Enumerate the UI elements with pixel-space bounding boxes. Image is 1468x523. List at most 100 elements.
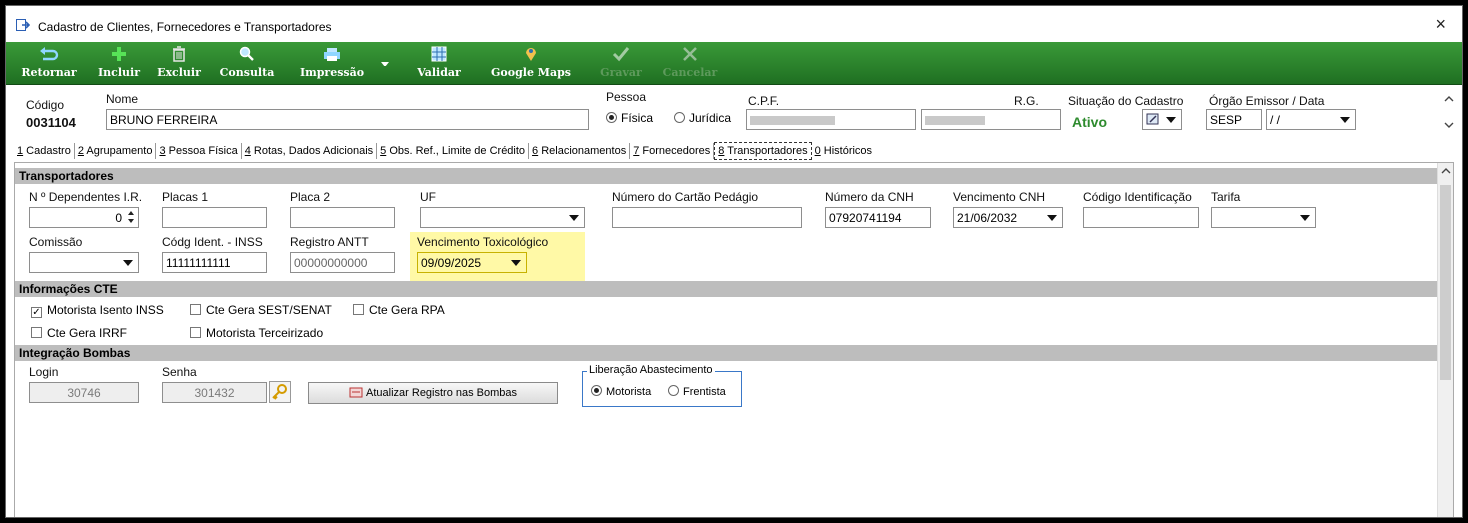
vencimento-toxicologico-select[interactable]: 09/09/2025 [417, 252, 527, 273]
trash-icon [156, 46, 202, 66]
plus-icon [96, 46, 142, 66]
frentista-radio[interactable]: Frentista [668, 385, 726, 398]
login-label: Login [29, 365, 59, 379]
uf-select[interactable] [420, 207, 585, 228]
comissao-select[interactable] [29, 252, 139, 273]
vencimento-cnh-select[interactable]: 21/06/2032 [953, 207, 1063, 228]
chevron-down-icon [1166, 117, 1176, 123]
cpf-field[interactable] [746, 109, 916, 130]
pessoa-fisica-radio[interactable]: Física [606, 111, 653, 125]
senha-field[interactable]: 301432 [162, 382, 267, 403]
cte-section-header: Informações CTE [15, 281, 1439, 297]
map-pin-icon [486, 46, 576, 66]
antt-field[interactable]: 00000000000 [290, 252, 395, 273]
tab-transportadores[interactable]: 8 Transportadores [714, 142, 812, 160]
rg-field[interactable] [921, 109, 1061, 130]
incluir-button[interactable]: Incluir [96, 42, 142, 85]
scrollbar-thumb[interactable] [1440, 185, 1451, 380]
tab-historicos[interactable]: 0 Históricos [812, 143, 875, 159]
inss-field[interactable]: 11111111111 [162, 252, 267, 273]
orgao-emissor-field[interactable]: SESP [1206, 109, 1262, 130]
main-window: Cadastro de Clientes, Fornecedores e Tra… [5, 5, 1463, 518]
spinner-arrows-icon [127, 210, 135, 227]
tab-rotas[interactable]: 4 Rotas, Dados Adicionais [242, 143, 378, 159]
antt-label: Registro ANTT [290, 235, 369, 249]
codigo-identificacao-label: Código Identificação [1083, 190, 1192, 204]
chevron-down-icon [123, 260, 133, 266]
excluir-button[interactable]: Excluir [156, 42, 202, 85]
chevron-down-icon [1047, 215, 1057, 221]
terceirizado-checkbox[interactable]: Motorista Terceirizado [190, 326, 323, 340]
cancel-icon [662, 46, 718, 66]
comissao-label: Comissão [29, 235, 83, 249]
toolbar: Retornar Incluir Excluir Consulta Impres… [6, 42, 1462, 85]
situacao-label: Situação do Cadastro [1068, 94, 1184, 108]
situacao-value: Ativo [1072, 114, 1107, 130]
pessoa-label: Pessoa [606, 90, 647, 104]
status-edit-icon [1146, 113, 1160, 128]
vencimento-toxicologico-label: Vencimento Toxicológico [417, 235, 549, 249]
cnh-label: Número da CNH [825, 190, 914, 204]
tab-obs-ref[interactable]: 5 Obs. Ref., Limite de Crédito [377, 143, 530, 159]
transportadores-section-header: Transportadores [15, 168, 1439, 184]
placa2-field[interactable] [290, 207, 395, 228]
validar-button[interactable]: Validar [416, 42, 462, 85]
codigo-value: 0031104 [26, 115, 76, 130]
close-icon[interactable]: × [1435, 15, 1446, 33]
motorista-radio[interactable]: Motorista [591, 385, 651, 398]
tab-relacionamentos[interactable]: 6 Relacionamentos [529, 143, 631, 159]
cnh-field[interactable]: 07920741194 [825, 207, 931, 228]
transportadores-panel: Transportadores N º Dependentes I.R. 0 P… [14, 162, 1454, 517]
refresh-icon [349, 387, 366, 401]
tab-fornecedores[interactable]: 7 Fornecedores [630, 143, 715, 159]
cancelar-button[interactable]: Cancelar [662, 42, 718, 85]
situacao-select[interactable] [1142, 109, 1182, 130]
record-header: Código 0031104 Nome BRUNO FERREIRA Pesso… [6, 86, 1462, 136]
impressao-button[interactable]: Impressão [296, 42, 368, 85]
tab-agrupamento[interactable]: 2 Agrupamento [75, 143, 157, 159]
uf-label: UF [420, 190, 436, 204]
tarifa-select[interactable] [1211, 207, 1316, 228]
tab-cadastro[interactable]: 1 Cadastro [14, 143, 75, 159]
pessoa-juridica-radio[interactable]: Jurídica [674, 111, 731, 125]
cartao-pedagio-field[interactable] [612, 207, 802, 228]
login-field[interactable]: 30746 [29, 382, 139, 403]
motorista-isento-checkbox[interactable]: ✓ Motorista Isento INSS [31, 303, 164, 318]
consulta-button[interactable]: Consulta [218, 42, 276, 85]
chevron-down-icon [569, 215, 579, 221]
senha-label: Senha [162, 365, 197, 379]
codigo-identificacao-field[interactable] [1083, 207, 1199, 228]
vencimento-cnh-label: Vencimento CNH [953, 190, 1046, 204]
liberacao-abastecimento-group: Liberação Abastecimento Motorista Frenti… [582, 364, 742, 407]
key-icon[interactable] [269, 381, 291, 403]
chevron-down-icon [511, 260, 521, 266]
orgao-label: Órgão Emissor / Data [1209, 94, 1325, 108]
codigo-label: Código [26, 98, 65, 112]
rpa-checkbox[interactable]: Cte Gera RPA [353, 303, 445, 317]
header-scrollbar[interactable] [1442, 92, 1456, 132]
impressao-dropdown[interactable] [376, 42, 394, 85]
printer-icon [296, 46, 368, 66]
placas1-label: Placas 1 [162, 190, 209, 204]
google-maps-button[interactable]: Google Maps [486, 42, 576, 85]
grid-icon [416, 46, 462, 66]
atualizar-bombas-button[interactable]: Atualizar Registro nas Bombas [308, 382, 558, 404]
tab-pessoa-fisica[interactable]: 3 Pessoa Física [156, 143, 242, 159]
placas1-field[interactable] [162, 207, 267, 228]
dependentes-label: N º Dependentes I.R. [29, 190, 143, 204]
retornar-button[interactable]: Retornar [20, 42, 78, 85]
gravar-button[interactable]: Gravar [598, 42, 644, 85]
dropdown-arrow-icon [376, 46, 394, 67]
scroll-up-icon[interactable] [1441, 167, 1451, 178]
dependentes-spinner[interactable]: 0 [29, 207, 139, 228]
chevron-down-icon [1340, 117, 1350, 123]
return-icon [20, 46, 78, 66]
bombas-section-header: Integração Bombas [15, 345, 1439, 361]
nome-field[interactable]: BRUNO FERREIRA [106, 109, 589, 130]
irrf-checkbox[interactable]: Cte Gera IRRF [31, 326, 127, 340]
app-icon [16, 19, 30, 31]
nome-label: Nome [106, 92, 139, 106]
orgao-data-select[interactable]: / / [1266, 109, 1356, 130]
sest-senat-checkbox[interactable]: Cte Gera SEST/SENAT [190, 303, 332, 317]
panel-scrollbar[interactable] [1437, 163, 1453, 517]
